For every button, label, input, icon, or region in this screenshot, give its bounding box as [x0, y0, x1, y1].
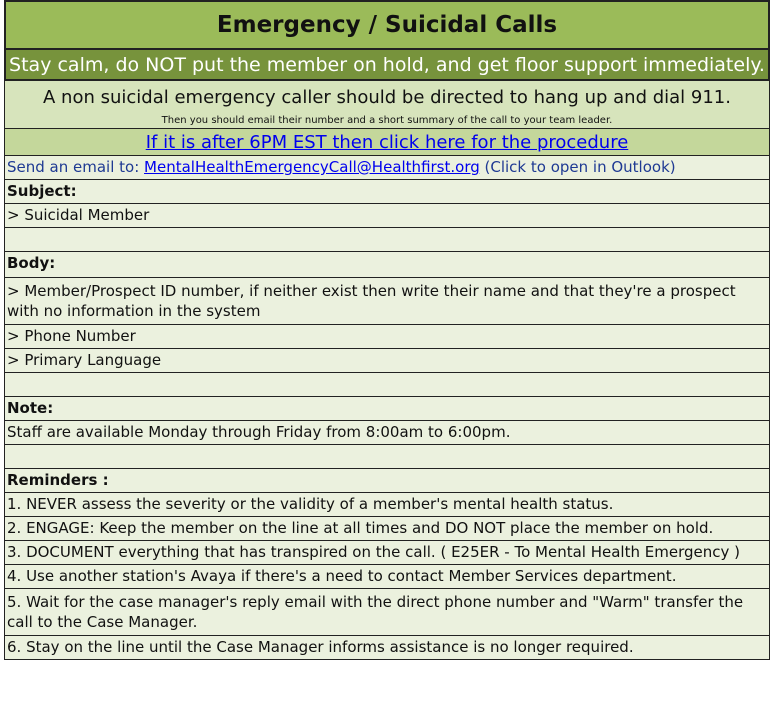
body-item: > Primary Language	[4, 349, 770, 373]
reminder-item: 6. Stay on the line until the Case Manag…	[4, 636, 770, 660]
non-suicidal-note: A non suicidal emergency caller should b…	[4, 81, 770, 129]
reminder-item: 3. DOCUMENT everything that has transpir…	[4, 541, 770, 565]
note-heading: Note:	[4, 397, 770, 421]
after-hours-row: If it is after 6PM EST then click here f…	[4, 129, 770, 156]
reminder-item: 2. ENGAGE: Keep the member on the line a…	[4, 517, 770, 541]
body-item: > Phone Number	[4, 325, 770, 349]
reminders-heading: Reminders :	[4, 469, 770, 493]
email-prefix: Send an email to:	[7, 158, 145, 176]
subject-value: > Suicidal Member	[4, 204, 770, 228]
blank-row	[4, 445, 770, 469]
email-address-link[interactable]: MentalHealthEmergencyCall@Healthfirst.or…	[144, 158, 480, 176]
stay-calm-banner: Stay calm, do NOT put the member on hold…	[4, 50, 770, 81]
blank-row	[4, 228, 770, 252]
page-title: Emergency / Suicidal Calls	[4, 0, 770, 50]
non-suicidal-line: A non suicidal emergency caller should b…	[43, 87, 731, 108]
reminder-item: 1. NEVER assess the severity or the vali…	[4, 493, 770, 517]
body-heading: Body:	[4, 252, 770, 278]
team-leader-line: Then you should email their number and a…	[161, 115, 613, 126]
body-item: > Member/Prospect ID number, if neither …	[4, 278, 770, 325]
email-row: Send an email to: MentalHealthEmergencyC…	[4, 156, 770, 180]
email-suffix: (Click to open in Outlook)	[479, 158, 676, 176]
reminder-item: 4. Use another station's Avaya if there'…	[4, 565, 770, 589]
subject-heading: Subject:	[4, 180, 770, 204]
note-text: Staff are available Monday through Frida…	[4, 421, 770, 445]
after-hours-procedure-link[interactable]: If it is after 6PM EST then click here f…	[146, 132, 629, 153]
emergency-calls-sheet: Emergency / Suicidal Calls Stay calm, do…	[4, 0, 770, 660]
reminder-item: 5. Wait for the case manager's reply ema…	[4, 589, 770, 636]
blank-row	[4, 373, 770, 397]
